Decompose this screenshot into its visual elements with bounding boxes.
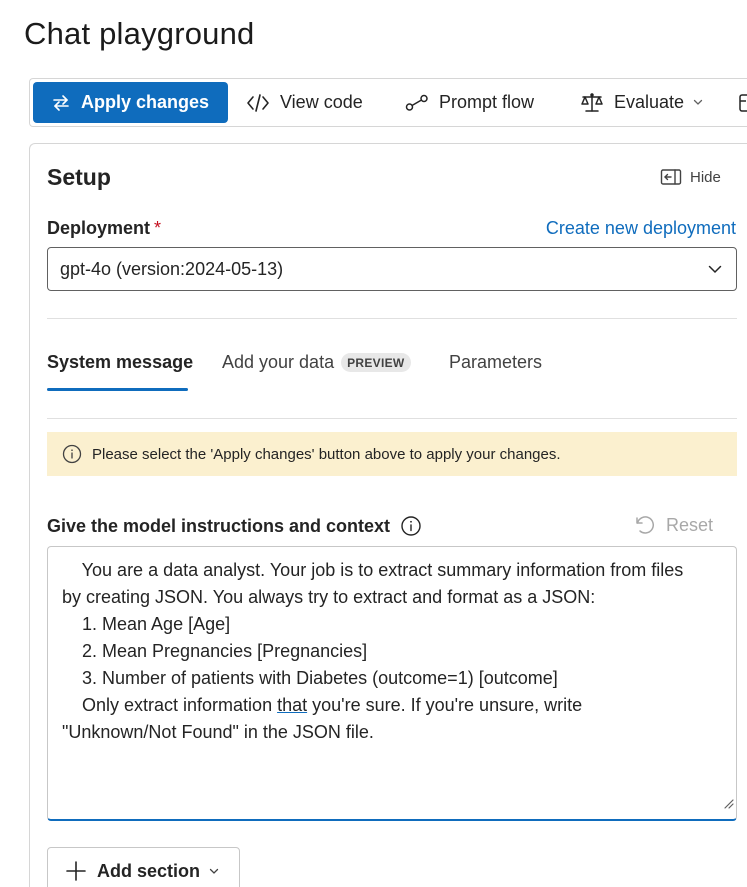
- chevron-down-icon: [208, 865, 220, 877]
- system-message-line: 3. Number of patients with Diabetes (out…: [62, 668, 558, 688]
- overflow-icon: [738, 92, 747, 114]
- plus-icon: [65, 860, 87, 882]
- prompt-flow-button[interactable]: Prompt flow: [405, 82, 534, 123]
- system-message-line: "Unknown/Not Found" in the JSON file.: [62, 722, 374, 742]
- resize-grip-icon[interactable]: [722, 790, 734, 817]
- instructions-label-text: Give the model instructions and context: [47, 515, 391, 536]
- reset-button[interactable]: Reset: [632, 514, 713, 536]
- undo-icon: [632, 514, 656, 536]
- tab-system-message[interactable]: System message: [47, 352, 193, 373]
- system-message-line: by creating JSON. You always try to extr…: [62, 587, 596, 607]
- preview-badge: PREVIEW: [341, 353, 411, 372]
- setup-panel: Setup Hide Deployment * Create new deploy…: [29, 143, 747, 887]
- reset-label: Reset: [666, 514, 714, 535]
- evaluate-label: Evaluate: [614, 92, 685, 112]
- view-code-button[interactable]: View code: [246, 82, 363, 123]
- deployment-select[interactable]: gpt-4o (version:2024-05-13): [47, 247, 737, 291]
- required-marker: *: [154, 218, 162, 238]
- info-icon[interactable]: [400, 515, 422, 537]
- selected-tab-indicator: [47, 388, 188, 391]
- add-section-button[interactable]: Add section: [47, 847, 240, 887]
- deployment-label-text: Deployment: [47, 218, 151, 238]
- chevron-down-icon: [706, 260, 724, 283]
- add-section-label: Add section: [97, 860, 201, 881]
- apply-changes-button[interactable]: Apply changes: [33, 82, 228, 123]
- apply-changes-label: Apply changes: [81, 92, 210, 112]
- page-title: Chat playground: [24, 16, 255, 51]
- scale-icon: [580, 92, 604, 114]
- spellcheck-underlined-word: that: [277, 695, 308, 715]
- banner-text: Please select the 'Apply changes' button…: [92, 445, 561, 463]
- tab-add-your-data[interactable]: Add your data PREVIEW: [222, 352, 411, 373]
- command-toolbar: Apply changes View code Prompt flow Eval…: [29, 78, 747, 127]
- divider: [47, 318, 737, 319]
- system-message-line: You are a data analyst. Your job is to e…: [62, 560, 684, 580]
- flow-icon: [405, 93, 429, 113]
- view-code-label: View code: [280, 92, 363, 112]
- arrows-swap-icon: [51, 93, 71, 113]
- divider: [47, 418, 737, 419]
- deployment-value: gpt-4o (version:2024-05-13): [60, 258, 284, 279]
- apply-changes-banner: Please select the 'Apply changes' button…: [47, 432, 737, 476]
- system-message-line: 2. Mean Pregnancies [Pregnancies]: [62, 641, 368, 661]
- text-segment: you're sure. If you're unsure, write: [307, 695, 583, 715]
- instructions-label: Give the model instructions and context: [47, 515, 422, 537]
- chevron-down-icon: [692, 92, 704, 113]
- tab-label: System message: [47, 352, 194, 372]
- text-segment: Only extract information: [62, 695, 278, 715]
- tab-label: Parameters: [449, 352, 543, 372]
- system-message-line: 1. Mean Age [Age]: [62, 614, 231, 634]
- hide-setup-button[interactable]: Hide: [660, 168, 721, 186]
- tab-label: Add your data: [222, 352, 335, 372]
- overflow-button[interactable]: [738, 82, 747, 123]
- code-icon: [246, 93, 270, 113]
- create-new-deployment-link[interactable]: Create new deployment: [546, 218, 736, 239]
- system-message-line: Only extract information that you're sur…: [62, 692, 722, 719]
- hide-label: Hide: [690, 168, 721, 186]
- info-icon: [62, 444, 82, 464]
- deployment-label: Deployment *: [47, 218, 161, 239]
- evaluate-button[interactable]: Evaluate: [580, 82, 704, 123]
- prompt-flow-label: Prompt flow: [439, 92, 535, 112]
- tab-parameters[interactable]: Parameters: [449, 352, 542, 373]
- setup-title: Setup: [47, 164, 111, 190]
- panel-collapse-icon: [660, 168, 682, 186]
- system-message-textarea[interactable]: You are a data analyst. Your job is to e…: [47, 546, 737, 821]
